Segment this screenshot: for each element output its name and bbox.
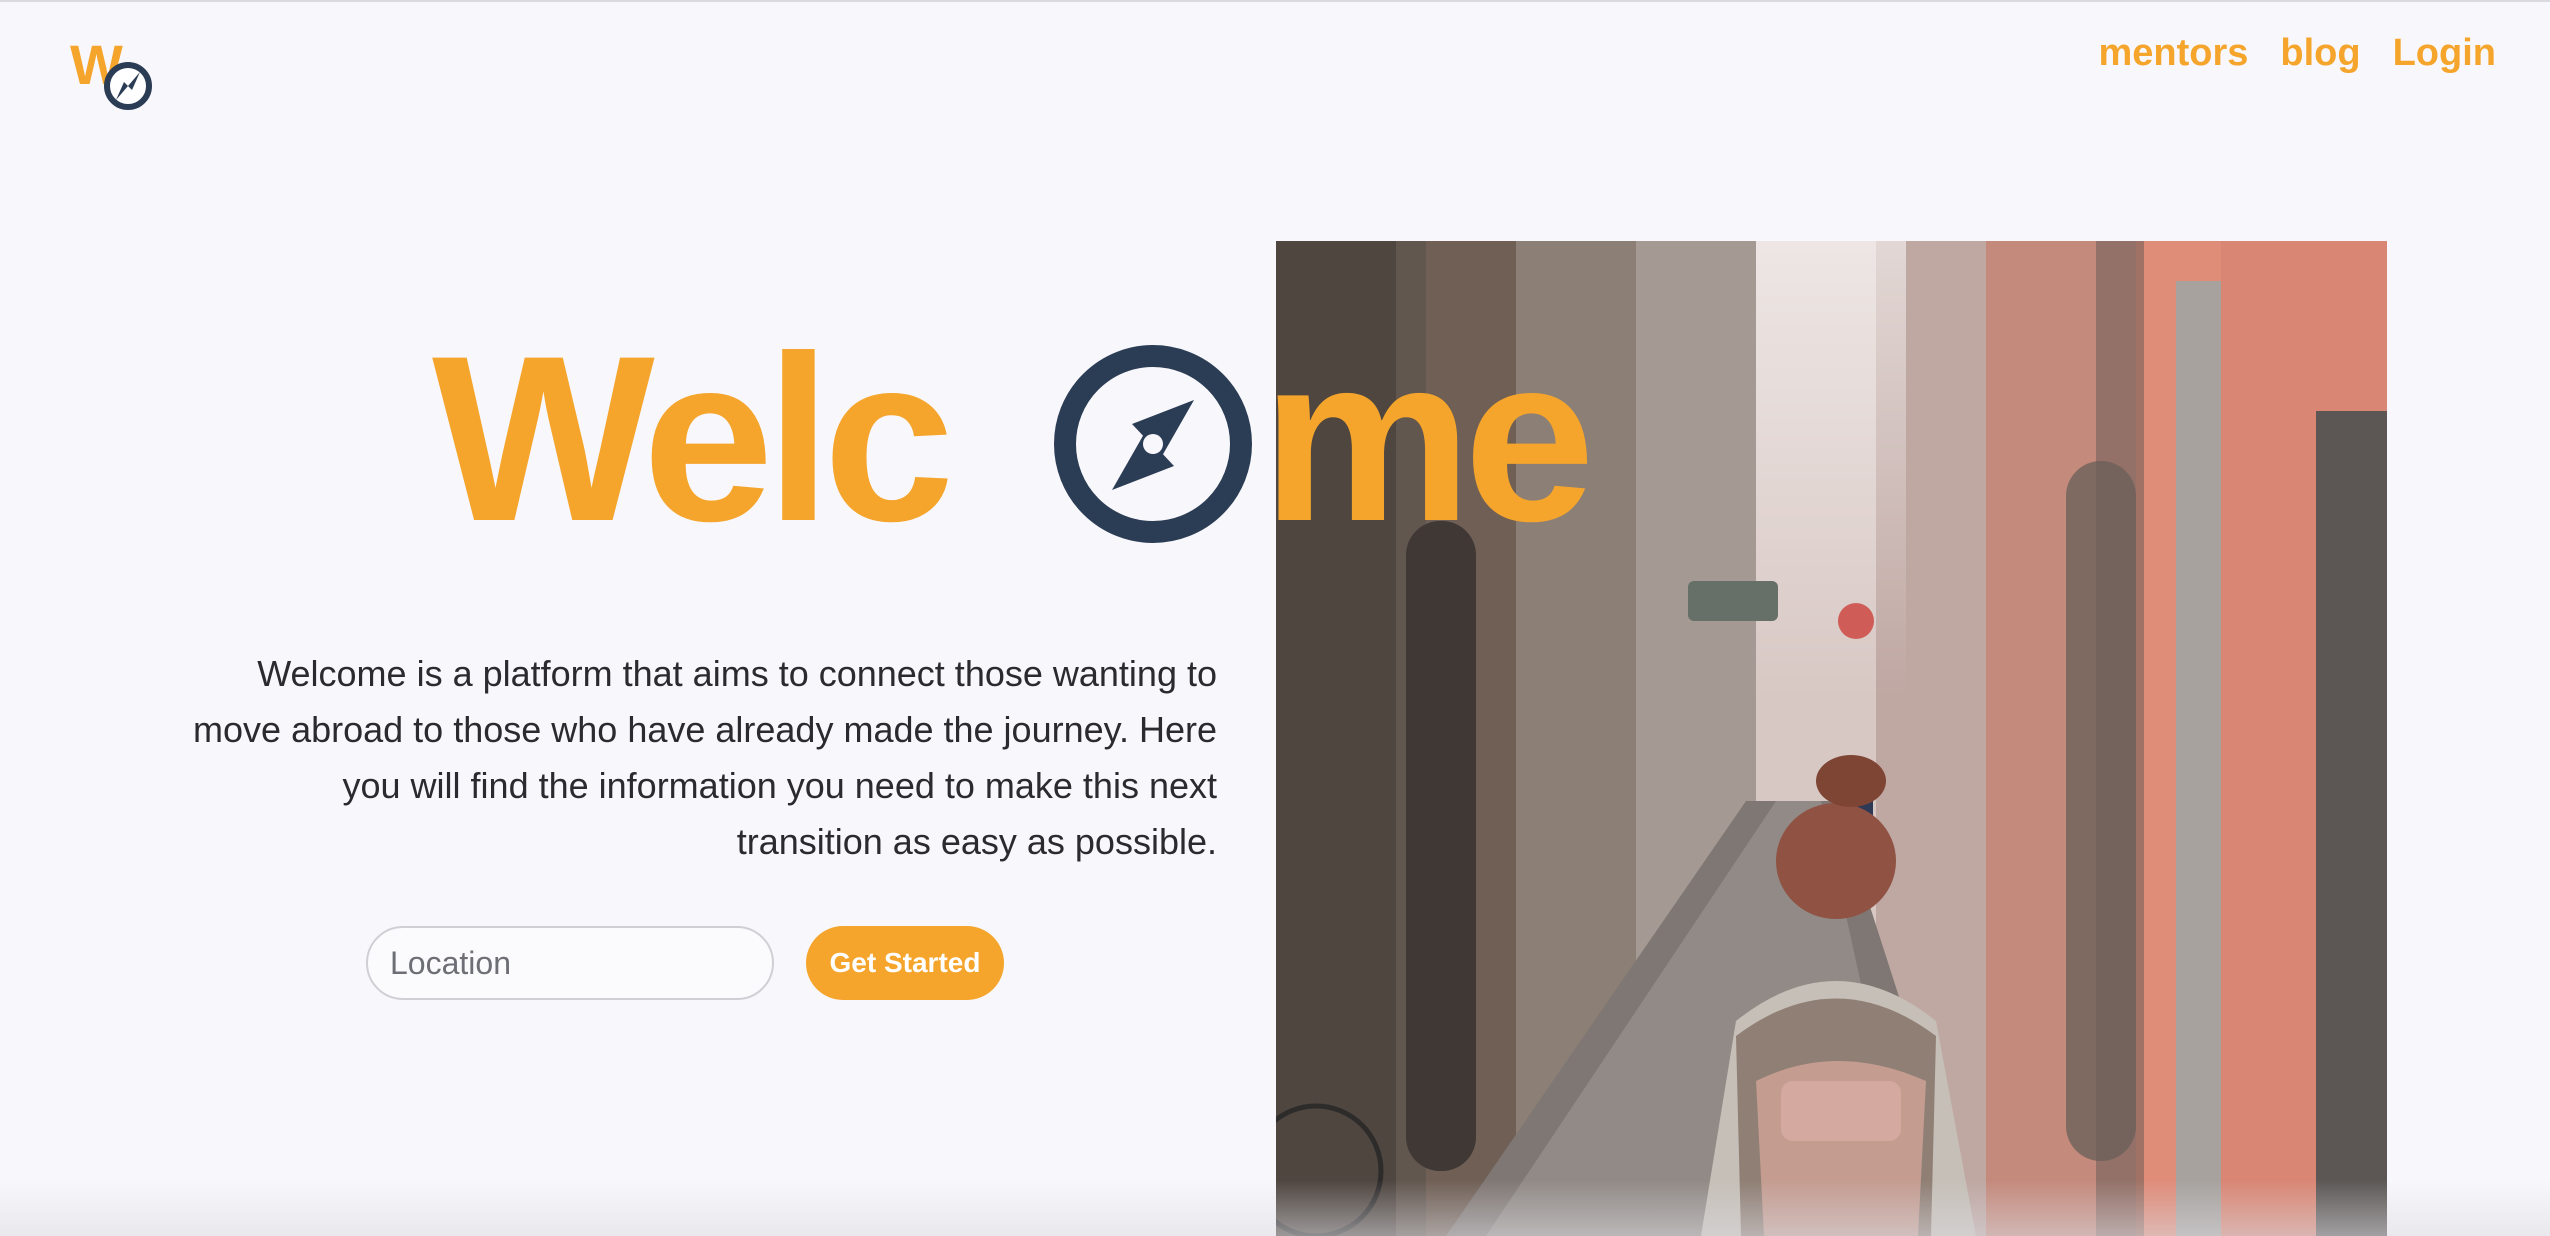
- hero-description: Welcome is a platform that aims to conne…: [193, 653, 1217, 862]
- location-input[interactable]: [366, 926, 774, 1000]
- nav-blog[interactable]: blog: [2280, 32, 2360, 75]
- nav-mentors[interactable]: mentors: [2098, 32, 2248, 75]
- hero-title: Welc me: [432, 307, 1662, 571]
- welcome-wordmark: Welc me: [432, 307, 1596, 571]
- search-cta: Get Started: [366, 926, 1004, 1000]
- nav-login[interactable]: Login: [2393, 32, 2496, 75]
- hero-title-left: Welc: [432, 324, 948, 554]
- brand-logo[interactable]: W: [70, 33, 160, 118]
- compass-center-icon: [1143, 434, 1163, 454]
- top-nav: mentors blog Login: [2098, 32, 2496, 75]
- top-border: [0, 0, 2550, 2]
- get-started-button[interactable]: Get Started: [806, 926, 1004, 1000]
- compass-logo-icon: W: [70, 33, 152, 110]
- hero-title-right: me: [1262, 324, 1588, 554]
